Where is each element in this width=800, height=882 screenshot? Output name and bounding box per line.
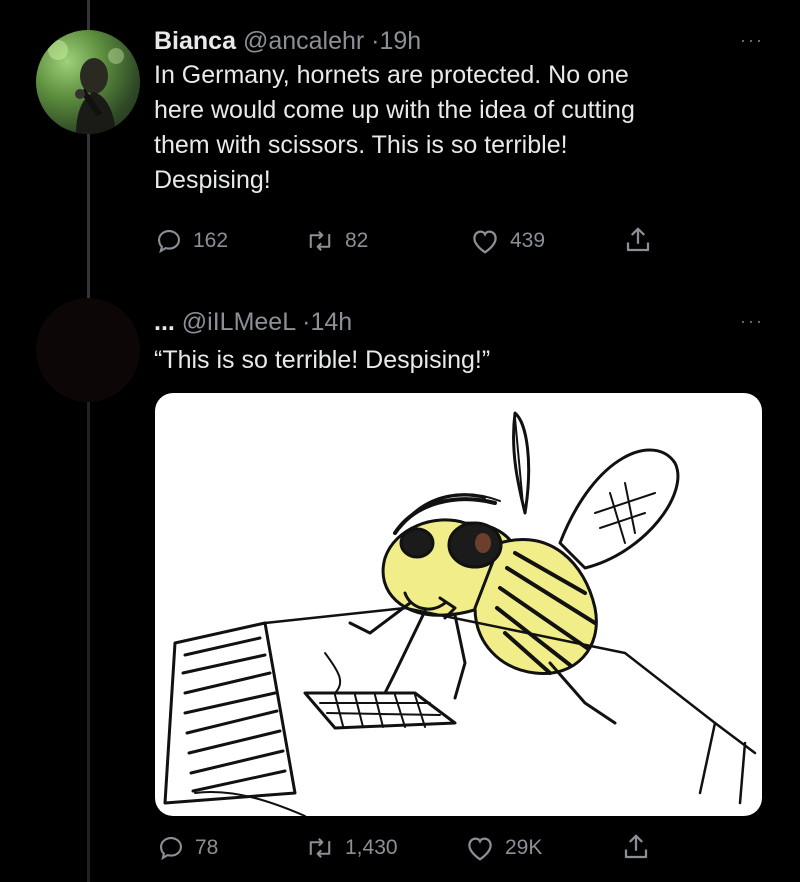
like-button[interactable]: 439 bbox=[470, 227, 545, 255]
tweet-header: ... @iILMeeL ·14h bbox=[154, 305, 764, 339]
retweet-icon bbox=[309, 231, 331, 251]
tweet-header: Bianca @ancalehr ·19h bbox=[154, 24, 764, 58]
bee-drawing bbox=[163, 411, 757, 816]
attached-image[interactable] bbox=[155, 393, 762, 816]
timestamp[interactable]: 19h bbox=[380, 27, 422, 55]
user-handle[interactable]: @ancalehr bbox=[243, 27, 364, 55]
heart-icon bbox=[468, 837, 492, 861]
reply-count: 78 bbox=[195, 836, 219, 859]
reply-count: 162 bbox=[193, 229, 229, 252]
display-name[interactable]: ... bbox=[154, 308, 175, 336]
more-options-icon[interactable]: ··· bbox=[740, 30, 764, 51]
reply-button[interactable]: 162 bbox=[155, 227, 228, 255]
tweet-actions: 162 82 439 bbox=[155, 225, 765, 257]
tweet-text-line: In Germany, hornets are protected. No on… bbox=[154, 61, 629, 89]
display-name[interactable]: Bianca bbox=[154, 27, 236, 55]
tweet-bianca[interactable]: Bianca @ancalehr ·19h ··· In Germany, ho… bbox=[154, 24, 764, 198]
reply-icon bbox=[160, 837, 182, 861]
retweet-count: 82 bbox=[345, 229, 369, 252]
tweet-text: In Germany, hornets are protected. No on… bbox=[154, 58, 764, 198]
more-options-icon[interactable]: ··· bbox=[740, 311, 764, 332]
heart-icon bbox=[473, 230, 497, 254]
timestamp[interactable]: 14h bbox=[310, 308, 352, 336]
separator-dot: · bbox=[371, 27, 380, 55]
reply-button[interactable]: 78 bbox=[157, 834, 218, 862]
share-icon bbox=[624, 834, 648, 859]
retweet-icon bbox=[309, 838, 331, 858]
like-count: 29K bbox=[505, 836, 543, 859]
tweet-text-line: Despising! bbox=[154, 166, 271, 194]
reply-icon bbox=[158, 230, 180, 254]
avatar-image bbox=[48, 40, 124, 134]
retweet-button[interactable]: 1,430 bbox=[305, 834, 398, 862]
tweet-text: “This is so terrible! Despising!” bbox=[154, 346, 491, 374]
tweet-iilmeel[interactable]: ... @iILMeeL ·14h ··· “This is so terrib… bbox=[154, 305, 764, 378]
avatar-bianca[interactable] bbox=[36, 30, 140, 134]
avatar-iilmeel[interactable] bbox=[36, 298, 140, 402]
user-handle[interactable]: @iILMeeL bbox=[182, 308, 295, 336]
retweet-button[interactable]: 82 bbox=[305, 227, 368, 255]
tweet-text-line: them with scissors. This is so terrible! bbox=[154, 131, 568, 159]
retweet-count: 1,430 bbox=[345, 836, 398, 859]
share-button[interactable] bbox=[621, 832, 651, 862]
tweet-actions: 78 1,430 29K bbox=[155, 832, 765, 864]
thread-line-bottom bbox=[87, 400, 90, 882]
share-icon bbox=[626, 227, 650, 252]
share-button[interactable] bbox=[623, 225, 653, 255]
thread-line-top bbox=[87, 0, 90, 30]
like-button[interactable]: 29K bbox=[465, 834, 542, 862]
tweet-text-line: here would come up with the idea of cutt… bbox=[154, 96, 635, 124]
thread-line-mid bbox=[87, 130, 90, 300]
like-count: 439 bbox=[510, 229, 546, 252]
